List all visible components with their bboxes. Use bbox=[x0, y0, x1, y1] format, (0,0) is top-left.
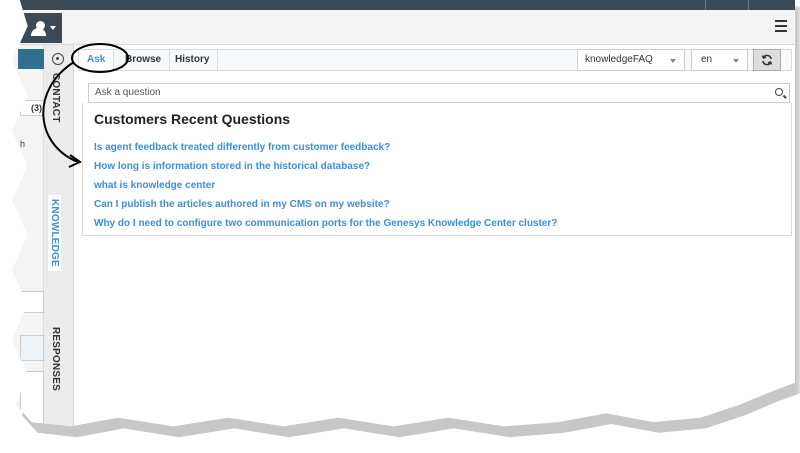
chevron-down-icon bbox=[670, 59, 676, 63]
knowledge-base-value: knowledgeFAQ bbox=[585, 54, 653, 65]
list-item: Can I publish the articles authored in m… bbox=[94, 195, 557, 214]
chevron-down-icon bbox=[733, 59, 739, 63]
list-item: Why do I need to configure two communica… bbox=[94, 214, 557, 233]
tab-history[interactable]: History bbox=[167, 50, 219, 70]
list-item: what is knowledge center bbox=[94, 176, 557, 195]
user-icon-body bbox=[31, 28, 46, 36]
tab-knowledge[interactable]: KNOWLEDGE bbox=[48, 195, 61, 271]
knowledge-base-select[interactable]: knowledgeFAQ bbox=[577, 49, 685, 71]
side-tabs: CONTACT KNOWLEDGE RESPONSES bbox=[44, 45, 74, 427]
top-bar bbox=[11, 0, 795, 10]
ask-question-field[interactable] bbox=[88, 83, 790, 103]
question-link[interactable]: Why do I need to configure two communica… bbox=[94, 218, 557, 229]
question-link[interactable]: How long is information stored in the hi… bbox=[94, 161, 370, 172]
language-select[interactable]: en bbox=[691, 49, 748, 71]
top-bar-divider bbox=[705, 0, 706, 10]
refresh-button[interactable] bbox=[753, 49, 781, 71]
language-value: en bbox=[701, 54, 713, 65]
radio-target-icon[interactable] bbox=[52, 53, 64, 65]
recent-questions-title: Customers Recent Questions bbox=[94, 111, 291, 127]
tab-browse[interactable]: Browse bbox=[117, 50, 171, 70]
header bbox=[11, 10, 795, 45]
tab-ask[interactable]: Ask bbox=[79, 50, 115, 70]
list-item: Is agent feedback treated differently fr… bbox=[94, 138, 557, 157]
tab-contact[interactable]: CONTACT bbox=[50, 73, 61, 123]
left-panel-field[interactable] bbox=[20, 335, 44, 361]
refresh-icon bbox=[761, 54, 773, 66]
screenshot-sheet: (3) h CONTACT KNOWLEDGE RESPONSES Ask Br… bbox=[11, 0, 795, 427]
left-partial-panel: (3) h bbox=[11, 45, 44, 427]
hamburger-icon[interactable] bbox=[775, 20, 787, 32]
tab-responses[interactable]: RESPONSES bbox=[50, 327, 61, 391]
top-bar-divider bbox=[748, 0, 749, 10]
search-icon[interactable] bbox=[775, 88, 783, 96]
user-menu-button[interactable] bbox=[18, 13, 62, 43]
knowledge-panel: Ask Browse History knowledgeFAQ en Custo… bbox=[74, 45, 795, 427]
question-link[interactable]: Can I publish the articles authored in m… bbox=[94, 199, 390, 210]
question-link[interactable]: Is agent feedback treated differently fr… bbox=[94, 142, 390, 153]
interaction-count: (3) bbox=[20, 100, 44, 116]
left-panel-field[interactable] bbox=[20, 291, 44, 313]
question-link[interactable]: what is knowledge center bbox=[94, 180, 215, 191]
left-panel-text: h bbox=[20, 139, 26, 149]
chevron-down-icon bbox=[50, 26, 56, 30]
search-input[interactable] bbox=[95, 87, 755, 98]
left-panel-header bbox=[18, 49, 44, 69]
recent-questions-list: Is agent feedback treated differently fr… bbox=[94, 138, 557, 233]
list-item: How long is information stored in the hi… bbox=[94, 157, 557, 176]
